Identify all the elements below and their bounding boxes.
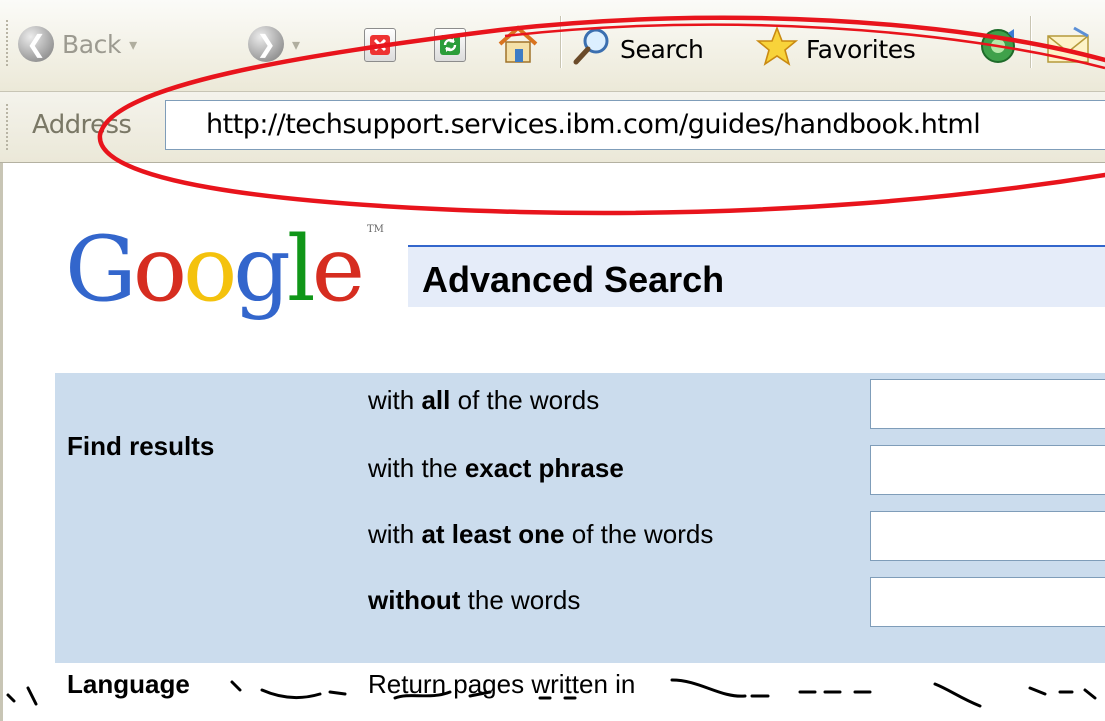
label-bold: without [368,585,461,615]
back-icon: ❮ [18,26,54,62]
stop-icon [364,28,396,62]
label-prefix: with [368,385,422,415]
address-label: Address [32,110,132,140]
address-bar-grip[interactable] [6,104,12,150]
home-button[interactable] [496,24,540,70]
find-results-panel: Find results with all of the words with … [55,373,1105,663]
search-label: Search [620,34,704,64]
without-words-input[interactable] [870,577,1105,627]
favorites-label: Favorites [806,34,916,64]
toolbar-separator [560,16,562,68]
logo-letter: G [65,217,137,322]
favorites-button[interactable]: Favorites [755,25,916,72]
all-words-label: with all of the words [368,385,599,416]
forward-button[interactable]: ❯ ▾ [248,26,300,62]
page-title: Advanced Search [422,259,725,300]
all-words-input[interactable] [870,379,1105,429]
label-prefix: with [368,519,422,549]
address-bar: Address http://techsupport.services.ibm.… [0,92,1105,163]
browser-toolbar: ❮ Back ▾ ❯ ▾ Search Favorites [0,0,1105,92]
logo-letter: o [183,217,237,322]
label-suffix: of the words [564,519,714,549]
exact-phrase-input[interactable] [870,445,1105,495]
search-button[interactable]: Search [572,26,704,72]
refresh-button[interactable] [434,28,466,62]
media-button[interactable] [978,27,1018,71]
without-words-label: without the words [368,585,580,616]
toolbar-separator [1030,16,1032,68]
search-icon [572,26,612,72]
chevron-down-icon: ▾ [129,34,137,54]
stop-button[interactable] [364,28,396,62]
mail-icon [1044,26,1094,72]
logo-text: Google [65,217,365,322]
logo-letter: o [132,217,187,322]
home-icon [496,24,540,70]
logo-letter: e [311,217,365,322]
label-bold: exact phrase [464,453,624,483]
label-prefix: with the [368,453,465,483]
logo-letter: g [233,217,291,322]
label-bold: all [421,385,451,415]
refresh-icon [434,28,466,62]
back-button[interactable]: ❮ Back ▾ [18,26,137,62]
torn-edge-decoration [6,678,1097,708]
label-bold: at least one [421,519,565,549]
at-least-one-label: with at least one of the words [368,519,713,550]
logo-tm: TM [366,224,384,235]
address-input[interactable]: http://techsupport.services.ibm.com/guid… [165,100,1105,150]
logo-letter: l [286,217,316,322]
page-content: Google TM Advanced Search Find results wi… [0,163,1105,721]
label-suffix: of the words [450,385,600,415]
heading-bar: Advanced Search [408,245,1105,307]
google-logo[interactable]: Google TM [65,225,384,315]
mail-button[interactable] [1044,26,1094,72]
chevron-down-icon: ▾ [292,34,300,54]
media-icon [978,27,1018,71]
toolbar-grip[interactable] [6,20,12,66]
exact-phrase-label: with the exact phrase [368,453,624,484]
back-label: Back [62,29,122,59]
forward-icon: ❯ [248,26,284,62]
at-least-one-input[interactable] [870,511,1105,561]
label-suffix: the words [460,585,581,615]
favorites-icon [755,25,799,72]
find-results-label: Find results [67,431,215,461]
